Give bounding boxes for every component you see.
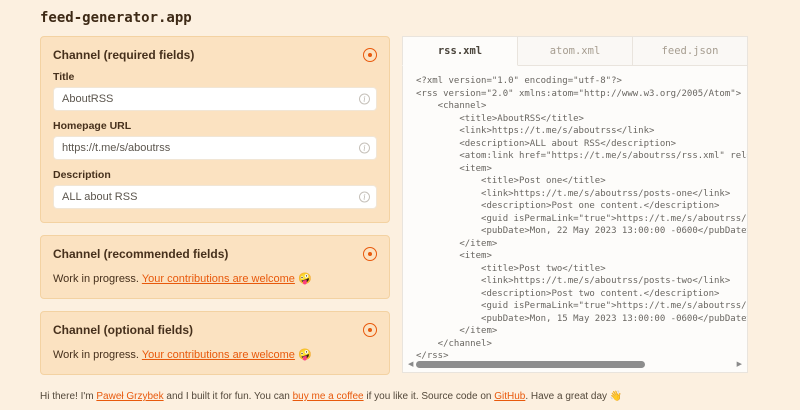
code-preview-box: <?xml version="1.0" encoding="utf-8"?> <… — [402, 66, 748, 373]
tab-feed-json[interactable]: feed.json — [633, 36, 748, 66]
contributions-link[interactable]: Your contributions are welcome — [142, 349, 295, 361]
footer-text: . Have a great day 👋 — [525, 391, 622, 402]
info-icon[interactable]: i — [359, 94, 370, 105]
collapse-toggle-icon[interactable] — [363, 323, 377, 337]
app-title: feed-generator.app — [40, 10, 760, 26]
buy-me-a-coffee-link[interactable]: buy me a coffee — [293, 391, 364, 402]
description-field-wrap: i — [53, 185, 377, 209]
zany-face-emoji: 🤪 — [295, 349, 312, 361]
scrollbar-thumb[interactable] — [416, 361, 644, 368]
github-link[interactable]: GitHub — [494, 391, 525, 402]
tab-atom-xml[interactable]: atom.xml — [518, 36, 633, 66]
panel-channel-required: Channel (required fields) Title i Homepa… — [40, 36, 390, 223]
collapse-toggle-icon[interactable] — [363, 247, 377, 261]
title-field-wrap: i — [53, 87, 377, 111]
title-field-label: Title — [53, 71, 377, 83]
panel-title: Channel (optional fields) — [53, 323, 193, 337]
title-input[interactable] — [53, 87, 377, 111]
rss-xml-code: <?xml version="1.0" encoding="utf-8"?> <… — [403, 66, 747, 372]
work-in-progress-note: Work in progress. Your contributions are… — [53, 272, 377, 285]
footer-text: Hi there! I'm — [40, 391, 96, 402]
work-in-progress-note: Work in progress. Your contributions are… — [53, 348, 377, 361]
homepage-url-input[interactable] — [53, 136, 377, 160]
panel-title: Channel (recommended fields) — [53, 247, 228, 261]
circle-dot-icon — [368, 328, 372, 332]
footer-text: and I built it for fun. You can — [164, 391, 293, 402]
page-footer: Hi there! I'm Paweł Grzybek and I built … — [40, 391, 622, 402]
scroll-right-arrow-icon[interactable]: ▶ — [737, 360, 742, 369]
circle-dot-icon — [368, 53, 372, 57]
wip-text: Work in progress. — [53, 349, 142, 361]
wip-text: Work in progress. — [53, 273, 142, 285]
panel-header: Channel (required fields) — [53, 48, 377, 62]
panel-header: Channel (optional fields) — [53, 323, 377, 337]
panel-channel-optional: Channel (optional fields) Work in progre… — [40, 311, 390, 375]
homepage-url-field-label: Homepage URL — [53, 120, 377, 132]
info-icon[interactable]: i — [359, 192, 370, 203]
main-content: Channel (required fields) Title i Homepa… — [40, 36, 760, 387]
description-field-label: Description — [53, 169, 377, 181]
scrollbar-track[interactable] — [416, 361, 733, 369]
panel-channel-recommended: Channel (recommended fields) Work in pro… — [40, 235, 390, 299]
collapse-toggle-icon[interactable] — [363, 48, 377, 62]
horizontal-scrollbar[interactable]: ◀ ▶ — [408, 360, 742, 369]
form-column: Channel (required fields) Title i Homepa… — [40, 36, 390, 387]
footer-text: if you like it. Source code on — [364, 391, 495, 402]
tab-rss-xml[interactable]: rss.xml — [402, 36, 518, 66]
app-header: feed-generator.app — [0, 0, 800, 26]
circle-dot-icon — [368, 252, 372, 256]
description-input[interactable] — [53, 185, 377, 209]
author-link[interactable]: Paweł Grzybek — [96, 391, 163, 402]
feed-format-tabs: rss.xml atom.xml feed.json — [402, 36, 748, 66]
panel-header: Channel (recommended fields) — [53, 247, 377, 261]
preview-column: rss.xml atom.xml feed.json <?xml version… — [402, 36, 748, 387]
homepage-url-field-wrap: i — [53, 136, 377, 160]
scroll-left-arrow-icon[interactable]: ◀ — [408, 360, 413, 369]
info-icon[interactable]: i — [359, 143, 370, 154]
contributions-link[interactable]: Your contributions are welcome — [142, 273, 295, 285]
zany-face-emoji: 🤪 — [295, 273, 312, 285]
panel-title: Channel (required fields) — [53, 48, 194, 62]
